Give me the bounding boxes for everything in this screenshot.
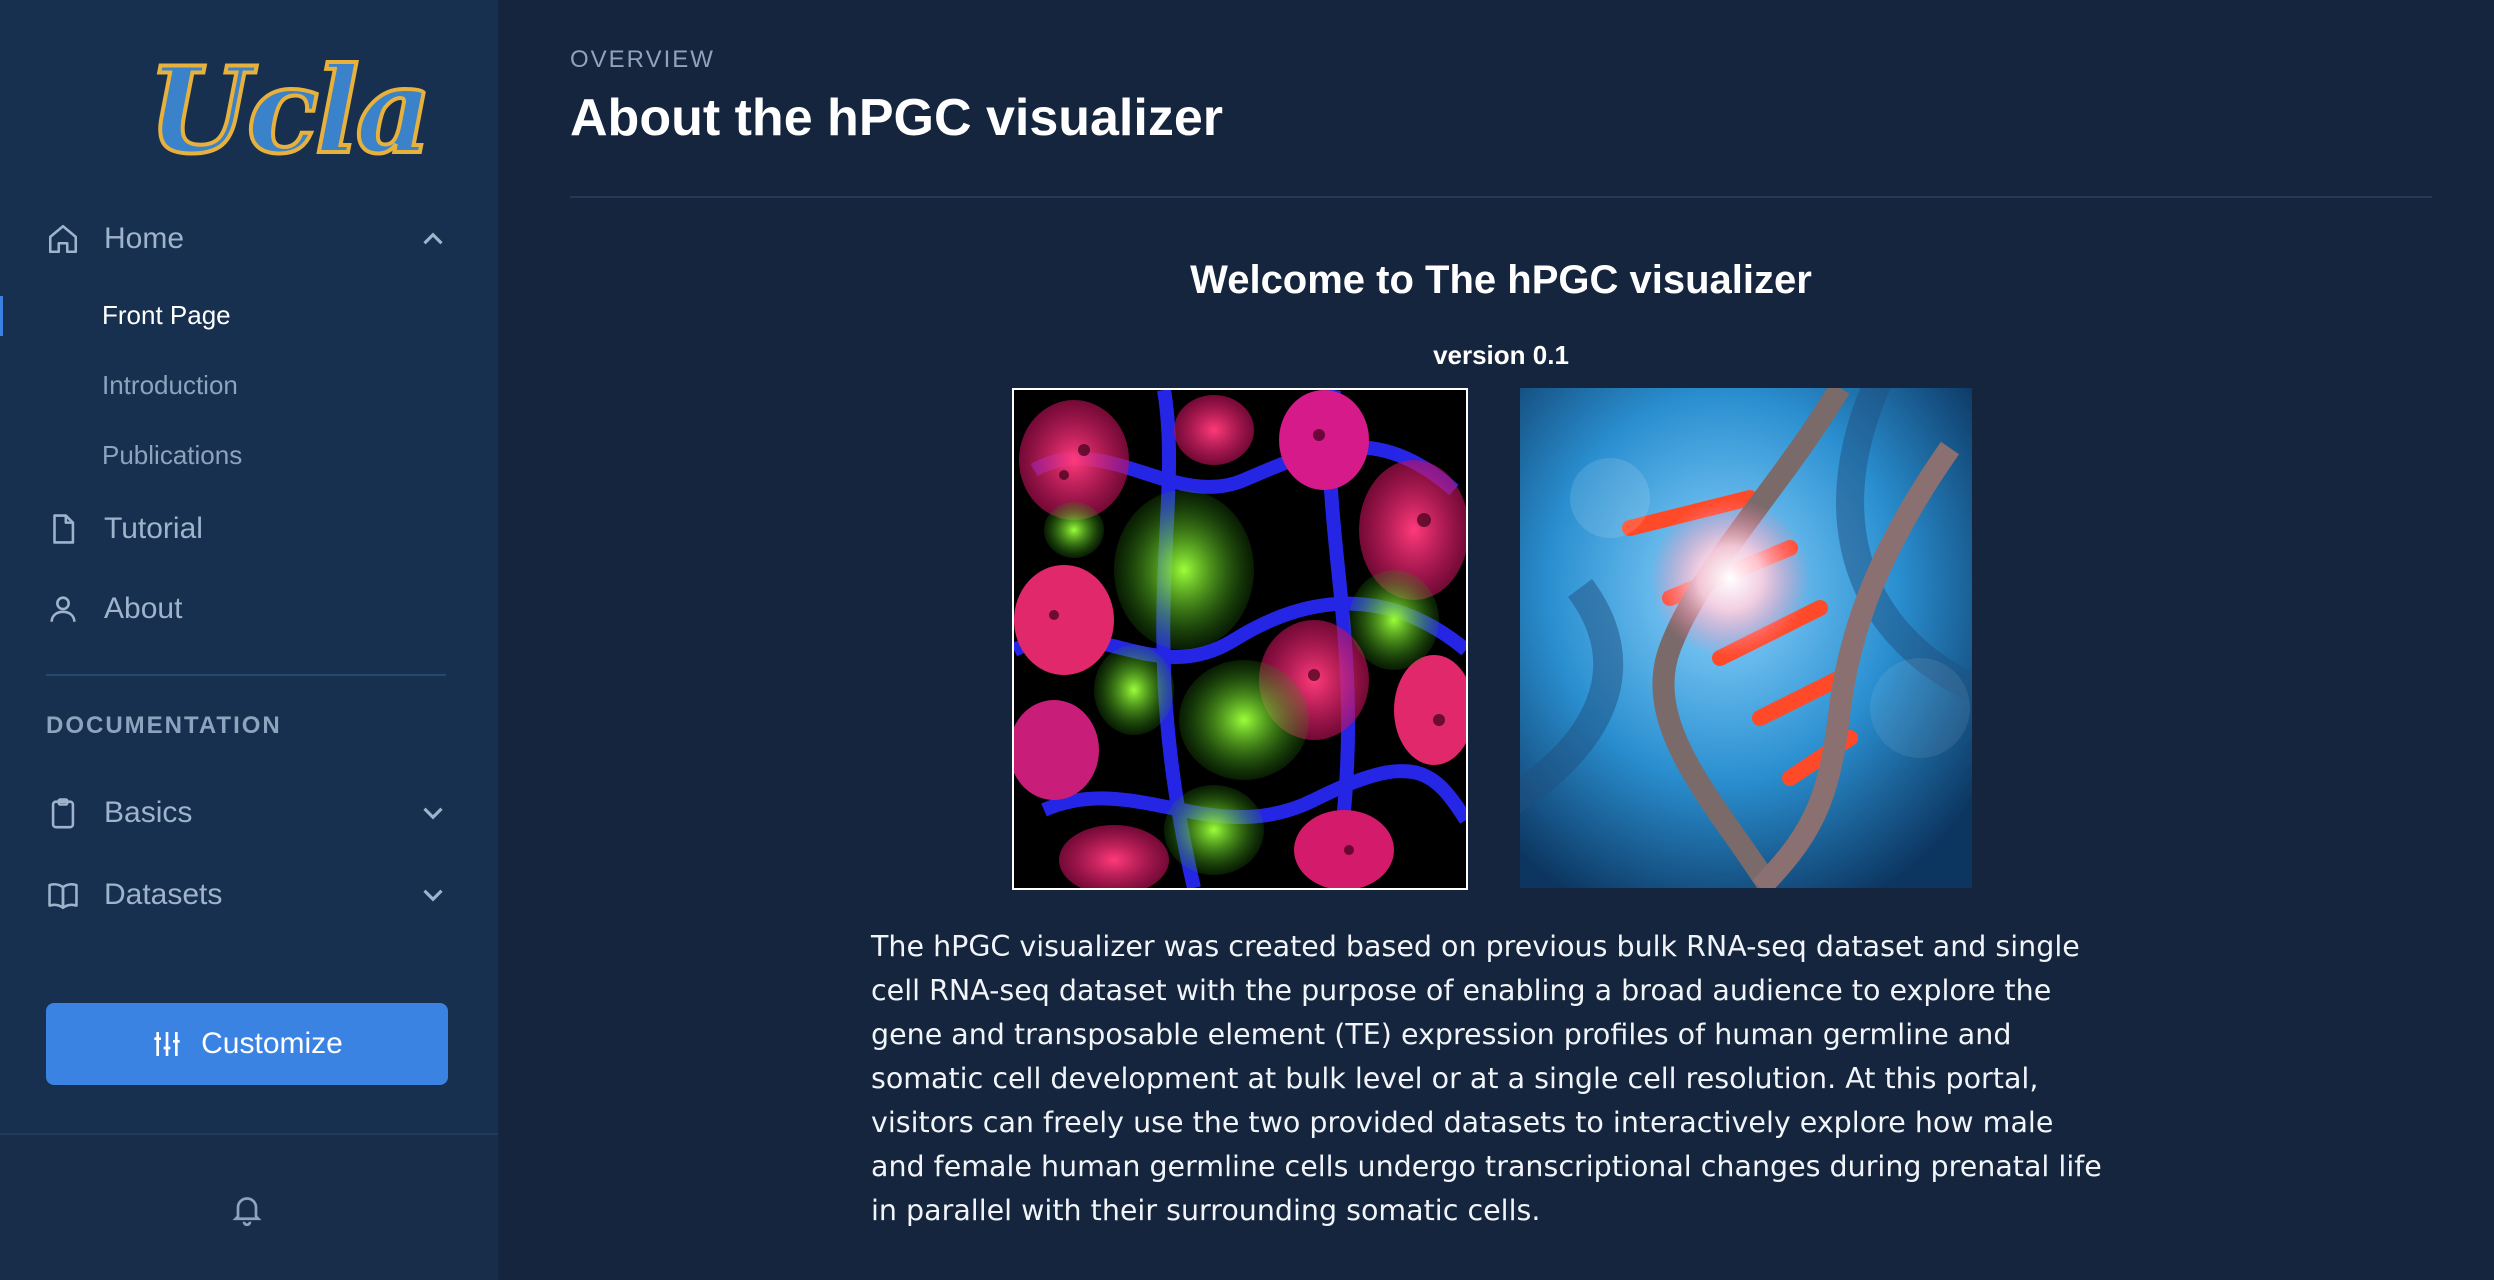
ucla-logo[interactable]: Ucla	[146, 50, 434, 172]
sidebar-item-label: About	[104, 592, 183, 625]
sidebar-item-home[interactable]: Home	[46, 222, 450, 256]
sidebar-item-about[interactable]: About	[46, 592, 182, 626]
sidebar-item-label: Tutorial	[104, 512, 203, 545]
chevron-down-icon[interactable]	[416, 878, 450, 912]
cell-microscopy-image	[1012, 388, 1468, 890]
sidebar-item-label: Home	[104, 222, 185, 255]
description-paragraph: The hPGC visualizer was created based on…	[871, 930, 2102, 1227]
sidebar-divider	[46, 674, 446, 676]
sidebar: Ucla Home Front Page Introduction Public…	[0, 0, 498, 1280]
sliders-icon	[154, 1032, 180, 1056]
sidebar-item-datasets[interactable]: Datasets	[46, 878, 450, 912]
sidebar-item-label: Basics	[104, 796, 193, 829]
clipboard-icon	[46, 796, 80, 830]
sidebar-item-tutorial[interactable]: Tutorial	[46, 512, 203, 546]
page-eyebrow: OVERVIEW	[570, 46, 715, 73]
active-indicator	[0, 296, 3, 336]
welcome-heading: Welcome to The hPGC visualizer	[1190, 258, 1812, 302]
customize-button[interactable]: Customize	[46, 1003, 448, 1085]
user-icon	[46, 592, 80, 626]
bell-icon[interactable]	[229, 1191, 265, 1227]
section-label-documentation: DOCUMENTATION	[46, 712, 282, 739]
book-open-icon	[46, 878, 80, 912]
home-icon	[46, 222, 80, 256]
page-title: About the hPGC visualizer	[570, 89, 1223, 147]
version-label: version 0.1	[1433, 340, 1569, 370]
customize-label: Customize	[201, 1027, 343, 1060]
dna-helix-image	[1520, 388, 1972, 888]
sidebar-item-basics[interactable]: Basics	[46, 796, 450, 830]
sidebar-item-publications[interactable]: Publications	[102, 440, 242, 471]
chevron-up-icon[interactable]	[416, 222, 450, 256]
sidebar-item-label: Datasets	[104, 878, 223, 911]
sidebar-item-introduction[interactable]: Introduction	[102, 370, 238, 401]
header-divider	[570, 196, 2432, 198]
chevron-down-icon[interactable]	[416, 796, 450, 830]
document-icon	[46, 512, 80, 546]
sidebar-item-front-page[interactable]: Front Page	[102, 300, 231, 331]
